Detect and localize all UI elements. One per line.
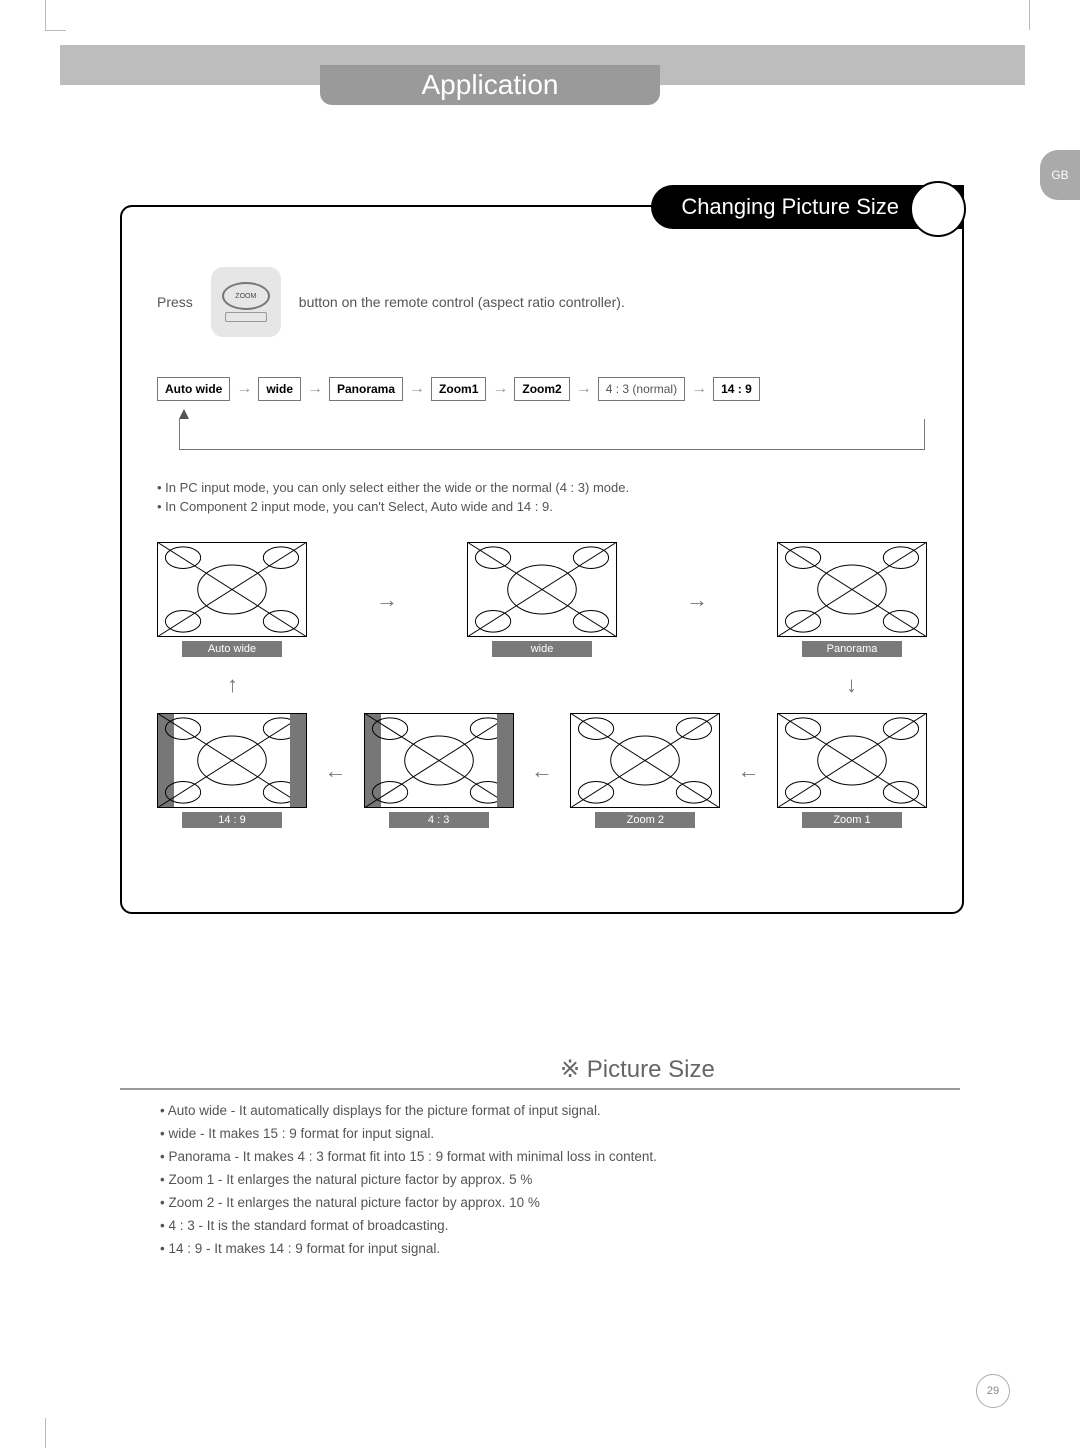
list-item: • Zoom 2 - It enlarges the natural pictu… xyxy=(160,1192,960,1215)
list-item: • 14 : 9 - It makes 14 : 9 format for in… xyxy=(160,1238,960,1261)
arrow-icon: ← xyxy=(738,758,760,784)
diagram-cell: 14 : 9 xyxy=(157,713,307,828)
list-item: • Zoom 1 - It enlarges the natural pictu… xyxy=(160,1169,960,1192)
diagram-label: Zoom 1 xyxy=(802,812,902,828)
diagram-label: 4 : 3 xyxy=(389,812,489,828)
notes-block: • In PC input mode, you can only select … xyxy=(157,480,927,514)
diagram-cell: Panorama xyxy=(777,542,927,657)
press-label: Press xyxy=(157,294,193,310)
mode-pill: Auto wide xyxy=(157,377,230,401)
diagram-label: Auto wide xyxy=(182,641,282,657)
cycle-return-arrow xyxy=(179,419,925,450)
mode-pill: wide xyxy=(258,377,301,401)
diagram: Auto wide → wide → Panorama ↑ ↓ 14 : 9 ← 4 : 3… xyxy=(157,542,927,828)
arrow-right-icon: → xyxy=(236,380,252,398)
diagram-label: Panorama xyxy=(802,641,902,657)
arrow-right-icon: → xyxy=(691,380,707,398)
arrow-icon: → xyxy=(376,587,398,613)
list-item: • 4 : 3 - It is the standard format of b… xyxy=(160,1215,960,1238)
picture-size-list: • Auto wide - It automatically displays … xyxy=(160,1100,960,1261)
screen-icon xyxy=(570,713,720,808)
button-base-icon xyxy=(225,312,267,322)
arrow-icon: ← xyxy=(531,758,553,784)
arrow-up-icon: ↑ xyxy=(227,672,238,698)
list-item: • Auto wide - It automatically displays … xyxy=(160,1100,960,1123)
zoom-remote-button: ZOOM xyxy=(211,267,281,337)
page-number: 29 xyxy=(976,1374,1010,1408)
note-line: • In Component 2 input mode, you can't S… xyxy=(157,499,927,514)
mode-pill: Zoom2 xyxy=(514,377,569,401)
arrow-down-icon: ↓ xyxy=(846,672,857,698)
mode-pill: 4 : 3 (normal) xyxy=(598,377,685,401)
screen-icon xyxy=(157,542,307,637)
zoom-button-icon: ZOOM xyxy=(222,282,270,310)
arrow-right-icon: → xyxy=(492,380,508,398)
subsection-title: ※ Picture Size xyxy=(560,1056,715,1083)
crop-mark xyxy=(1029,0,1030,30)
mode-cycle: Auto wide → wide → Panorama → Zoom1 → Zoom2 → 4 : … xyxy=(157,377,927,401)
screen-icon xyxy=(467,542,617,637)
language-badge: GB xyxy=(1040,150,1080,200)
screen-icon xyxy=(777,713,927,808)
arrow-icon: ← xyxy=(324,758,346,784)
diagram-label: 14 : 9 xyxy=(182,812,282,828)
press-after-text: button on the remote control (aspect rat… xyxy=(299,294,625,310)
diagram-cell: 4 : 3 xyxy=(364,713,514,828)
diagram-label: wide xyxy=(492,641,592,657)
mode-pill: 14 : 9 xyxy=(713,377,760,401)
diagram-cell: Zoom 2 xyxy=(570,713,720,828)
screen-icon xyxy=(777,542,927,637)
instruction-row: Press ZOOM button on the remote control … xyxy=(157,267,927,337)
subsection-header: ※ Picture Size xyxy=(120,1055,960,1090)
screen-icon xyxy=(157,713,307,808)
diagram-cell: wide xyxy=(467,542,617,657)
diagram-label: Zoom 2 xyxy=(595,812,695,828)
mode-pill: Zoom1 xyxy=(431,377,486,401)
crop-mark xyxy=(45,0,66,31)
screen-icon xyxy=(364,713,514,808)
section-frame: Changing Picture Size Press ZOOM button … xyxy=(120,205,964,914)
arrow-icon: → xyxy=(686,587,708,613)
mode-pill: Panorama xyxy=(329,377,403,401)
arrow-right-icon: → xyxy=(307,380,323,398)
note-line: • In PC input mode, you can only select … xyxy=(157,480,927,495)
list-item: • wide - It makes 15 : 9 format for inpu… xyxy=(160,1123,960,1146)
crop-mark xyxy=(45,1418,46,1448)
diagram-cell: Auto wide xyxy=(157,542,307,657)
arrow-right-icon: → xyxy=(576,380,592,398)
diagram-cell: Zoom 1 xyxy=(777,713,927,828)
chapter-title: Application xyxy=(422,69,559,101)
arrow-right-icon: → xyxy=(409,380,425,398)
chapter-tab: Application xyxy=(320,65,660,105)
list-item: • Panorama - It makes 4 : 3 format fit i… xyxy=(160,1146,960,1169)
